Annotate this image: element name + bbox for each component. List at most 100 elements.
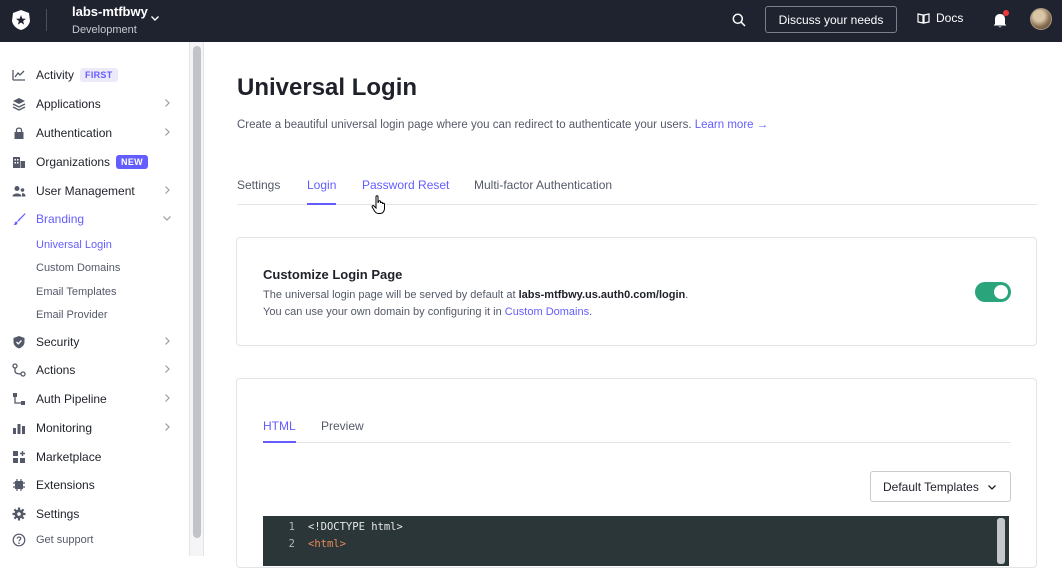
- sidebar-item-label: User Management: [36, 184, 135, 198]
- main-content: Universal Login Create a beautiful unive…: [205, 42, 1062, 568]
- sidebar-item-label: Extensions: [36, 478, 95, 492]
- discuss-needs-button[interactable]: Discuss your needs: [765, 6, 897, 33]
- hand-cursor-icon: [371, 195, 385, 214]
- sidebar-item-auth-pipeline[interactable]: Auth Pipeline: [12, 388, 172, 410]
- first-badge: FIRST: [80, 68, 118, 82]
- gear-icon: [12, 507, 26, 521]
- sidebar-item-label: Activity: [36, 68, 75, 82]
- tenant-environment: Development: [72, 24, 137, 36]
- sidebar-item-label: Auth Pipeline: [36, 392, 107, 406]
- extensions-icon: [12, 478, 26, 492]
- code-line: 1 <!DOCTYPE html>: [263, 518, 1009, 535]
- pipeline-icon: [12, 392, 26, 406]
- customize-login-toggle[interactable]: [975, 282, 1011, 302]
- sidebar-item-branding[interactable]: Branding: [12, 208, 172, 230]
- sidebar-item-organizations[interactable]: Organizations NEW: [12, 151, 172, 173]
- customize-login-description: The universal login page will be served …: [263, 289, 688, 301]
- sidebar-item-label: Marketplace: [36, 450, 102, 464]
- sidebar-item-label: Monitoring: [36, 421, 93, 435]
- applications-icon: [12, 97, 26, 111]
- top-bar: labs-mtfbwy Development Discuss your nee…: [0, 0, 1062, 42]
- chevron-down-icon: [163, 216, 171, 221]
- avatar[interactable]: [1030, 8, 1052, 30]
- chevron-down-icon: [987, 484, 996, 490]
- users-icon: [12, 184, 26, 198]
- tab-preview[interactable]: Preview: [321, 419, 364, 443]
- page-description: Create a beautiful universal login page …: [237, 119, 768, 131]
- learn-more-link[interactable]: Learn more →: [695, 119, 769, 131]
- search-icon[interactable]: [731, 12, 747, 28]
- chevron-right-icon: [165, 337, 170, 345]
- sidebar-item-extensions[interactable]: Extensions: [12, 474, 172, 496]
- sidebar-scrollbar-thumb[interactable]: [193, 46, 201, 538]
- code-text: <html>: [308, 537, 346, 550]
- sidebar-item-actions[interactable]: Actions: [12, 359, 172, 381]
- tab-html[interactable]: HTML: [263, 419, 296, 443]
- organizations-icon: [12, 155, 26, 169]
- docs-link[interactable]: Docs: [917, 11, 963, 25]
- customize-login-card: Customize Login Page The universal login…: [236, 237, 1037, 346]
- book-icon: [917, 13, 930, 24]
- page-title: Universal Login: [237, 74, 418, 101]
- notification-dot: [1003, 10, 1009, 16]
- editor-scrollbar[interactable]: [997, 518, 1005, 564]
- sidebar-subitem-email-provider[interactable]: Email Provider: [36, 309, 108, 321]
- code-text: <!DOCTYPE html>: [308, 520, 403, 533]
- chevron-right-icon: [165, 99, 170, 107]
- lock-icon: [12, 126, 26, 140]
- sidebar-item-applications[interactable]: Applications: [12, 93, 172, 115]
- shield-icon: [12, 335, 26, 349]
- editor-card: HTML Preview Default Templates 1 <!DOCTY…: [236, 378, 1037, 568]
- auth0-logo-icon[interactable]: [10, 9, 32, 31]
- sidebar-item-label: Security: [36, 335, 80, 349]
- template-select-value: Default Templates: [883, 479, 979, 494]
- tab-login[interactable]: Login: [307, 178, 337, 205]
- line-number: 1: [288, 520, 295, 533]
- sidebar-item-label: Get support: [36, 534, 94, 546]
- actions-icon: [12, 363, 26, 377]
- sidebar-item-get-support[interactable]: Get support: [12, 529, 172, 551]
- sidebar-item-monitoring[interactable]: Monitoring: [12, 417, 172, 439]
- brush-icon: [12, 212, 26, 226]
- new-badge: NEW: [116, 155, 148, 169]
- help-icon: [12, 533, 26, 547]
- customize-login-title: Customize Login Page: [263, 267, 403, 282]
- hint-punct: .: [589, 306, 593, 318]
- chevron-right-icon: [165, 365, 170, 373]
- tab-bar: Settings Login Password Reset Multi-fact…: [237, 178, 1037, 205]
- sidebar-item-label: Authentication: [36, 126, 113, 140]
- chevron-right-icon: [165, 128, 170, 136]
- line-number: 2: [288, 537, 295, 550]
- chevron-down-icon[interactable]: [150, 13, 160, 23]
- default-login-domain: labs-mtfbwy.us.auth0.com/login: [518, 289, 686, 301]
- sidebar-item-label: Branding: [36, 212, 85, 226]
- sidebar-subitem-email-templates[interactable]: Email Templates: [36, 286, 117, 298]
- editor-tab-bar: HTML Preview: [263, 411, 1011, 443]
- sidebar-subitem-universal-login[interactable]: Universal Login: [36, 239, 112, 251]
- sidebar-item-security[interactable]: Security: [12, 331, 172, 353]
- chart-icon: [12, 421, 26, 435]
- sidebar-item-settings[interactable]: Settings: [12, 503, 172, 525]
- sidebar-subitem-custom-domains[interactable]: Custom Domains: [36, 262, 120, 274]
- page-description-text: Create a beautiful universal login page …: [237, 119, 692, 131]
- marketplace-icon: [12, 450, 26, 464]
- sidebar-item-label: Applications: [36, 97, 101, 111]
- custom-domains-link[interactable]: Custom Domains: [505, 306, 589, 318]
- tab-settings[interactable]: Settings: [237, 178, 280, 205]
- code-line: 2 <html>: [263, 535, 1009, 552]
- chevron-right-icon: [165, 186, 170, 194]
- tab-multi-factor-authentication[interactable]: Multi-factor Authentication: [474, 178, 612, 205]
- chevron-right-icon: [165, 423, 170, 431]
- sidebar-item-authentication[interactable]: Authentication: [12, 122, 172, 144]
- activity-icon: [12, 68, 26, 82]
- template-select[interactable]: Default Templates: [870, 471, 1011, 502]
- tenant-switcher[interactable]: labs-mtfbwy Development: [72, 4, 148, 38]
- custom-domain-hint: You can use your own domain by configuri…: [263, 306, 592, 318]
- sidebar-item-user-management[interactable]: User Management: [12, 180, 172, 202]
- description-text: The universal login page will be served …: [263, 289, 519, 301]
- sidebar-item-marketplace[interactable]: Marketplace: [12, 446, 172, 468]
- toggle-knob: [994, 285, 1008, 299]
- code-editor[interactable]: 1 <!DOCTYPE html> 2 <html>: [263, 516, 1009, 566]
- sidebar-item-label: Actions: [36, 363, 76, 377]
- sidebar-item-activity[interactable]: Activity FIRST: [12, 64, 172, 86]
